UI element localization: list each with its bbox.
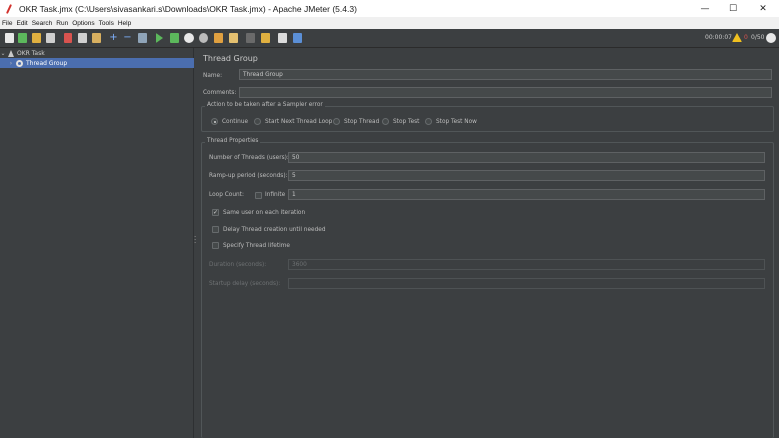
start-icon[interactable]: [156, 33, 163, 43]
tree-label-root: OKR Task: [17, 49, 45, 57]
toggle-icon[interactable]: [138, 33, 147, 43]
radio-stop-test-now[interactable]: [425, 118, 432, 125]
duration-label: Duration (seconds):: [209, 262, 267, 268]
gear-icon: [16, 59, 23, 67]
function-helper-icon[interactable]: [278, 33, 287, 43]
new-icon[interactable]: [5, 33, 14, 43]
menu-help[interactable]: Help: [118, 20, 131, 27]
radio-label-stop-test-now: Stop Test Now: [436, 119, 477, 125]
radio-continue[interactable]: [211, 118, 218, 125]
name-label: Name:: [203, 73, 223, 79]
comments-input[interactable]: [239, 87, 772, 98]
duration-input[interactable]: 3600: [288, 259, 765, 270]
menu-tools[interactable]: Tools: [99, 20, 114, 27]
loop-count-label: Loop Count:: [209, 192, 244, 198]
startup-delay-input[interactable]: [288, 278, 765, 289]
delay-creation-label: Delay Thread creation until needed: [223, 227, 326, 233]
radio-label-stop-thread: Stop Thread: [344, 119, 380, 125]
toolbar: + − 00:00:07 0 0/50: [0, 29, 779, 48]
menu-run[interactable]: Run: [56, 20, 68, 27]
reset-search-icon[interactable]: [261, 33, 270, 43]
chevron-right-icon[interactable]: ›: [8, 60, 14, 67]
comments-label: Comments:: [203, 90, 237, 96]
title-bar: OKR Task.jmx (C:\Users\sivasankari.s\Dow…: [0, 0, 779, 17]
thread-properties-title: Thread Properties: [205, 138, 261, 144]
menu-bar: File Edit Search Run Options Tools Help: [0, 17, 779, 29]
elapsed-timer: 00:00:07: [705, 34, 732, 41]
radio-stop-test[interactable]: [382, 118, 389, 125]
templates-icon[interactable]: [18, 33, 27, 43]
collapse-icon[interactable]: −: [123, 33, 132, 43]
remote-status-icon[interactable]: [766, 33, 776, 43]
name-input[interactable]: Thread Group: [239, 69, 772, 80]
close-button[interactable]: ✕: [748, 0, 778, 17]
radio-label-start-next-loop: Start Next Thread Loop: [265, 119, 333, 125]
chevron-down-icon[interactable]: ⌄: [0, 50, 6, 57]
rampup-input[interactable]: 5: [288, 170, 765, 181]
clear-all-icon[interactable]: [229, 33, 238, 43]
stop-icon[interactable]: [184, 33, 194, 43]
copy-icon[interactable]: [78, 33, 87, 43]
maximize-button[interactable]: ☐: [718, 0, 748, 17]
delay-creation-checkbox[interactable]: [212, 226, 219, 233]
same-user-checkbox[interactable]: ✓: [212, 209, 219, 216]
radio-stop-thread[interactable]: [333, 118, 340, 125]
test-plan-icon: [8, 49, 14, 57]
window-title: OKR Task.jmx (C:\Users\sivasankari.s\Dow…: [19, 3, 357, 14]
expand-icon[interactable]: +: [109, 33, 118, 43]
save-icon[interactable]: [46, 33, 55, 43]
test-plan-tree: ⌄ OKR Task › Thread Group: [0, 48, 194, 438]
menu-search[interactable]: Search: [32, 20, 53, 27]
same-user-label: Same user on each iteration: [223, 210, 306, 216]
panel-title: Thread Group: [203, 54, 258, 63]
thread-lifetime-label: Specify Thread lifetime: [223, 243, 290, 249]
threads-input[interactable]: 50: [288, 152, 765, 163]
radio-start-next-loop[interactable]: [254, 118, 261, 125]
sampler-error-title: Action to be taken after a Sampler error: [205, 102, 325, 108]
warning-icon[interactable]: [732, 33, 742, 42]
startup-delay-label: Startup delay (seconds):: [209, 281, 281, 287]
help-icon[interactable]: [293, 33, 302, 43]
jmeter-feather-icon: [5, 4, 13, 14]
menu-file[interactable]: File: [2, 20, 12, 27]
search-icon[interactable]: [246, 33, 255, 43]
rampup-label: Ramp-up period (seconds):: [209, 173, 288, 179]
minimize-button[interactable]: —: [690, 0, 720, 17]
clear-icon[interactable]: [214, 33, 223, 43]
tree-node-thread-group[interactable]: › Thread Group: [0, 58, 194, 68]
tree-label-child: Thread Group: [26, 59, 68, 67]
menu-options[interactable]: Options: [72, 20, 94, 27]
active-threads: 0/50: [751, 34, 765, 41]
open-icon[interactable]: [32, 33, 41, 43]
shutdown-icon[interactable]: [199, 33, 208, 43]
paste-icon[interactable]: [92, 33, 101, 43]
radio-label-continue: Continue: [222, 119, 249, 125]
thread-lifetime-checkbox[interactable]: [212, 242, 219, 249]
start-no-pauses-icon[interactable]: [170, 33, 179, 43]
cut-icon[interactable]: [64, 33, 72, 43]
tree-node-test-plan[interactable]: ⌄ OKR Task: [0, 48, 194, 58]
warning-count: 0: [744, 34, 748, 41]
thread-group-panel: Thread Group Name: Thread Group Comments…: [197, 48, 779, 438]
threads-label: Number of Threads (users):: [209, 155, 289, 161]
thread-properties-group: [201, 142, 774, 438]
menu-edit[interactable]: Edit: [16, 20, 27, 27]
infinite-checkbox[interactable]: [255, 192, 262, 199]
radio-label-stop-test: Stop Test: [393, 119, 420, 125]
loop-count-input[interactable]: 1: [288, 189, 765, 200]
infinite-label: Infinite: [265, 192, 286, 198]
